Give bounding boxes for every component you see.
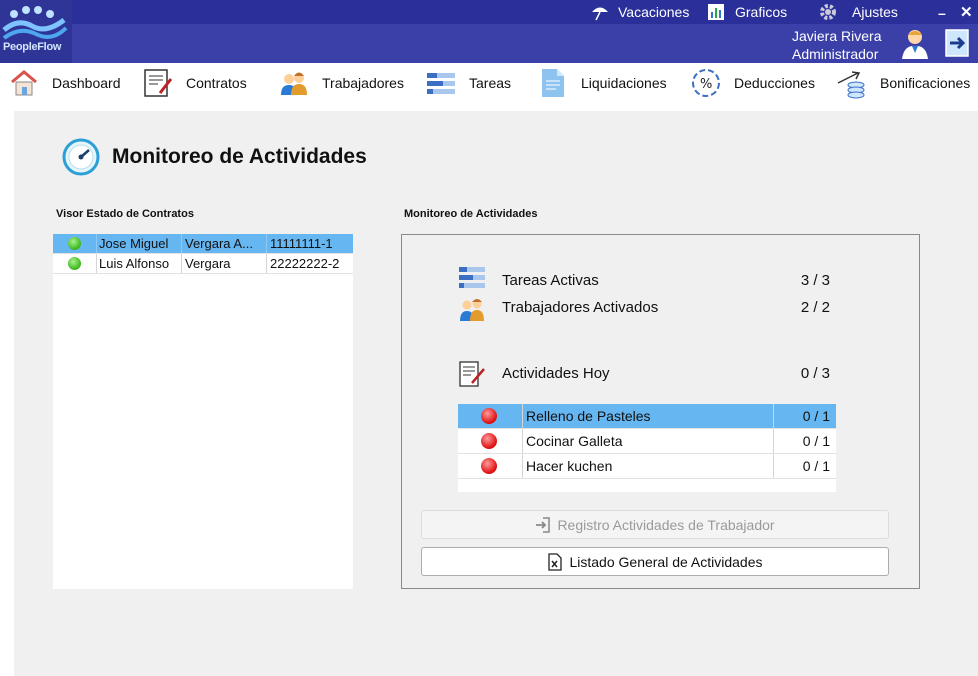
contract-first-name: Jose Miguel: [99, 236, 169, 251]
logo-text: PeopleFlow: [3, 41, 62, 53]
nav-trabajadores[interactable]: Trabajadores: [278, 63, 404, 102]
topmenu-ajustes-label: Ajustes: [852, 4, 898, 20]
minimize-button[interactable]: –: [938, 5, 946, 21]
activity-name: Cocinar Galleta: [526, 433, 623, 449]
status-inactive-icon: [481, 408, 497, 424]
percent-icon: %: [692, 68, 720, 97]
user-name: Javiera Rivera: [792, 28, 882, 44]
status-inactive-icon: [481, 458, 497, 474]
workers-icon: [281, 72, 307, 95]
tareas-activas-value: 3 / 3: [800, 272, 830, 289]
tasks-icon: [459, 267, 485, 288]
topmenu-graficos[interactable]: Graficos: [707, 3, 787, 21]
activity-value: 0 / 1: [802, 408, 830, 424]
gear-icon: [820, 4, 836, 20]
activity-value: 0 / 1: [802, 458, 830, 474]
actividades-hoy-value: 0 / 3: [800, 365, 830, 382]
contract-rut: 11111111-1: [270, 236, 333, 251]
registro-actividades-label: Registro Actividades de Trabajador: [557, 516, 775, 533]
activity-row[interactable]: Hacer kuchen 0 / 1: [458, 454, 836, 479]
contract-last-name: Vergara: [185, 256, 231, 271]
nav-tareas-label: Tareas: [469, 74, 512, 91]
nav-tareas[interactable]: Tareas: [425, 63, 511, 102]
nav-trabajadores-label: Trabajadores: [322, 74, 404, 91]
contract-icon: [459, 361, 485, 387]
listado-actividades-button[interactable]: Listado General de Actividades: [421, 547, 889, 576]
nav-bonificaciones[interactable]: Bonificaciones: [836, 63, 970, 102]
logo-waves-icon: [2, 6, 68, 40]
nav-liquidaciones-label: Liquidaciones: [581, 74, 667, 91]
logout-icon[interactable]: [944, 28, 970, 58]
activity-name: Relleno de Pasteles: [526, 408, 651, 424]
workers-icon: [460, 299, 484, 321]
nav-deducciones[interactable]: % Deducciones: [690, 63, 815, 102]
activity-row[interactable]: Relleno de Pasteles 0 / 1: [458, 404, 836, 429]
status-inactive-icon: [481, 433, 497, 449]
page-title: Monitoreo de Actividades: [112, 145, 367, 168]
activity-name: Hacer kuchen: [526, 458, 613, 474]
listado-actividades-label: Listado General de Actividades: [569, 553, 763, 570]
topmenu-vacaciones[interactable]: Vacaciones: [590, 3, 689, 21]
contract-row[interactable]: Jose Miguel Vergara A... 11111111-1: [53, 234, 353, 254]
nav-liquidaciones[interactable]: Liquidaciones: [537, 63, 667, 102]
activity-row[interactable]: Cocinar Galleta 0 / 1: [458, 429, 836, 454]
activities-list[interactable]: Relleno de Pasteles 0 / 1 Cocinar Gallet…: [458, 404, 836, 492]
tasks-icon: [427, 72, 455, 94]
svg-text:%: %: [700, 77, 712, 92]
registro-actividades-button[interactable]: Registro Actividades de Trabajador: [421, 510, 889, 539]
coins-growth-icon: [837, 70, 865, 98]
status-active-icon: [68, 237, 81, 250]
contracts-list[interactable]: Jose Miguel Vergara A... 11111111-1 Luis…: [53, 234, 353, 589]
nav-deducciones-label: Deducciones: [734, 74, 815, 91]
bar-chart-icon: [708, 4, 724, 20]
trabajadores-activados-label: Trabajadores Activados: [502, 299, 659, 316]
app-logo: PeopleFlow: [0, 0, 72, 63]
document-icon: [542, 68, 564, 97]
umbrella-icon: [592, 7, 608, 21]
login-arrow-icon: [536, 516, 551, 533]
excel-file-icon: [548, 552, 563, 571]
actividades-hoy-label: Actividades Hoy: [502, 365, 610, 382]
activity-value: 0 / 1: [802, 433, 830, 449]
user-role: Administrador: [792, 46, 879, 62]
nav-dashboard[interactable]: Dashboard: [8, 63, 121, 102]
topmenu-ajustes[interactable]: Ajustes: [818, 3, 898, 21]
close-button[interactable]: ✕: [960, 3, 973, 21]
contract-rut: 22222222-2: [270, 256, 340, 271]
trabajadores-activados-value: 2 / 2: [800, 299, 830, 316]
user-avatar-icon[interactable]: [900, 27, 930, 59]
contract-last-name: Vergara A...: [185, 236, 253, 251]
status-active-icon: [68, 257, 81, 270]
topmenu-vacaciones-label: Vacaciones: [618, 4, 690, 20]
nav-contratos-label: Contratos: [186, 74, 247, 91]
nav-bonificaciones-label: Bonificaciones: [880, 74, 971, 91]
monitor-section-label: Monitoreo de Actividades: [404, 208, 538, 220]
nav-dashboard-label: Dashboard: [52, 74, 121, 91]
nav-contratos[interactable]: Contratos: [142, 63, 247, 102]
home-icon: [11, 69, 37, 95]
speedometer-icon: [62, 138, 100, 176]
contract-icon: [144, 68, 173, 97]
tareas-activas-label: Tareas Activas: [502, 272, 599, 289]
contract-row[interactable]: Luis Alfonso Vergara 22222222-2: [53, 254, 353, 274]
topmenu-graficos-label: Graficos: [735, 4, 788, 20]
contracts-section-label: Visor Estado de Contratos: [56, 208, 194, 220]
contract-first-name: Luis Alfonso: [99, 256, 170, 271]
